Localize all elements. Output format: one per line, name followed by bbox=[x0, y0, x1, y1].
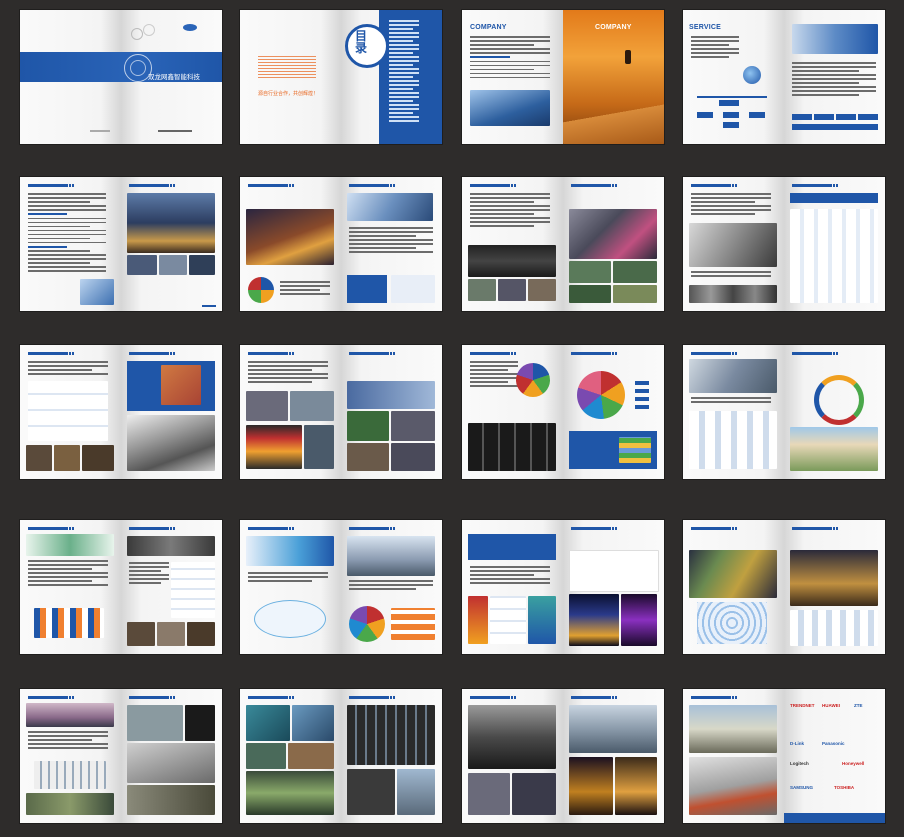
control-room-photo bbox=[468, 245, 556, 277]
cover-company-name: 双龙网鑫智能科技 bbox=[148, 74, 200, 81]
brochure-spread-20: TRENDNET HUAWEI ZTE D-Link Panasonic Log… bbox=[683, 689, 885, 823]
brand-logo-dlink: D-Link bbox=[790, 741, 804, 746]
company-title-left: COMPANY bbox=[470, 24, 507, 31]
office-building-photo bbox=[470, 90, 550, 126]
business-meeting-photo bbox=[792, 24, 878, 54]
server-rack-photo bbox=[468, 423, 556, 471]
banner-graphic bbox=[26, 534, 114, 556]
company-page-right: COMPANY bbox=[563, 10, 664, 144]
toc-page: 目录 bbox=[341, 10, 442, 144]
brochure-spread-11 bbox=[462, 345, 664, 479]
company-page-left: COMPANY bbox=[462, 10, 563, 144]
brochure-spread-6 bbox=[240, 177, 442, 311]
service-page-left: SERVICE bbox=[683, 10, 784, 144]
hiker-silhouette-icon bbox=[625, 50, 631, 64]
server-room-photo bbox=[80, 279, 114, 305]
brochure-spread-company: COMPANY COMPANY bbox=[462, 10, 664, 144]
cycle-diagram-icon bbox=[814, 375, 864, 425]
highway-night-photo bbox=[246, 209, 334, 265]
service-page-right bbox=[784, 10, 885, 144]
intro-page: 源自行业合作，共创辉煌！ bbox=[240, 10, 341, 144]
cover-slogan: 源自行业合作，共创辉煌！ bbox=[258, 91, 319, 97]
control-center-photo bbox=[468, 705, 556, 769]
brand-logo-toshiba: TOSHIBA bbox=[834, 785, 855, 790]
brochure-spread-15 bbox=[462, 520, 664, 654]
city-night-photo bbox=[127, 193, 215, 253]
led-screen-photo bbox=[246, 425, 302, 469]
monitor-screen-photo bbox=[569, 209, 657, 259]
night-building-photo bbox=[689, 550, 777, 598]
hexagon-decoration-icon bbox=[131, 28, 143, 40]
org-chart bbox=[697, 96, 767, 98]
night-lights-photo bbox=[569, 594, 619, 646]
video-wall-photo bbox=[347, 705, 435, 765]
brochure-spread-14 bbox=[240, 520, 442, 654]
monitoring-center-photo bbox=[246, 771, 334, 815]
device-icons-grid bbox=[689, 411, 777, 469]
brand-logo-zte: ZTE bbox=[854, 703, 863, 708]
brochure-spread-19 bbox=[462, 689, 664, 823]
brochure-spread-10 bbox=[240, 345, 442, 479]
brochure-spread-cover: 双龙网鑫智能科技 bbox=[20, 10, 222, 144]
brand-logo-honeywell: Honeywell bbox=[842, 761, 865, 766]
service-title: SERVICE bbox=[689, 24, 722, 31]
network-banner bbox=[246, 536, 334, 566]
brochure-spread-5 bbox=[20, 177, 222, 311]
brochure-spread-service: SERVICE bbox=[683, 10, 885, 144]
gate-barrier-photo bbox=[689, 705, 777, 753]
skyline-photo bbox=[26, 703, 114, 727]
pie-diagram-icon bbox=[577, 371, 625, 419]
toc-title: 目录 bbox=[355, 29, 368, 55]
service-wheel-icon bbox=[516, 363, 550, 397]
brochure-spread-9 bbox=[20, 345, 222, 479]
brand-logo-huawei: HUAWEI bbox=[822, 703, 840, 708]
cable-photo bbox=[127, 415, 215, 471]
brand-logo-logitech: Logitech bbox=[790, 761, 809, 766]
lobby-photo bbox=[689, 359, 777, 393]
company-logo-icon bbox=[183, 24, 197, 31]
parking-lot-photo bbox=[569, 705, 657, 753]
brochure-spread-12 bbox=[683, 345, 885, 479]
brochure-spread-17 bbox=[20, 689, 222, 823]
brochure-spread-13 bbox=[20, 520, 222, 654]
brochure-spread-toc: 源自行业合作，共创辉煌！ 目录 bbox=[240, 10, 442, 144]
residential-buildings-photo bbox=[790, 427, 878, 471]
surveillance-diagram bbox=[790, 610, 878, 646]
building-photo bbox=[347, 193, 433, 221]
company-title-right: COMPANY bbox=[595, 24, 632, 31]
brochure-spread-7 bbox=[462, 177, 664, 311]
brochure-spread-8 bbox=[683, 177, 885, 311]
brochure-spread-18 bbox=[240, 689, 442, 823]
brand-logo-trendnet: TRENDNET bbox=[790, 703, 815, 708]
globe-icon bbox=[743, 66, 761, 84]
video-system-diagram bbox=[28, 381, 108, 441]
brand-logo-panasonic: Panasonic bbox=[822, 741, 845, 746]
brochure-spread-16 bbox=[683, 520, 885, 654]
brand-logo-samsung: SAMSUNG bbox=[790, 785, 814, 790]
office-interior-photo bbox=[347, 536, 435, 576]
network-diagram bbox=[790, 209, 878, 303]
access-control-photo bbox=[689, 223, 777, 267]
